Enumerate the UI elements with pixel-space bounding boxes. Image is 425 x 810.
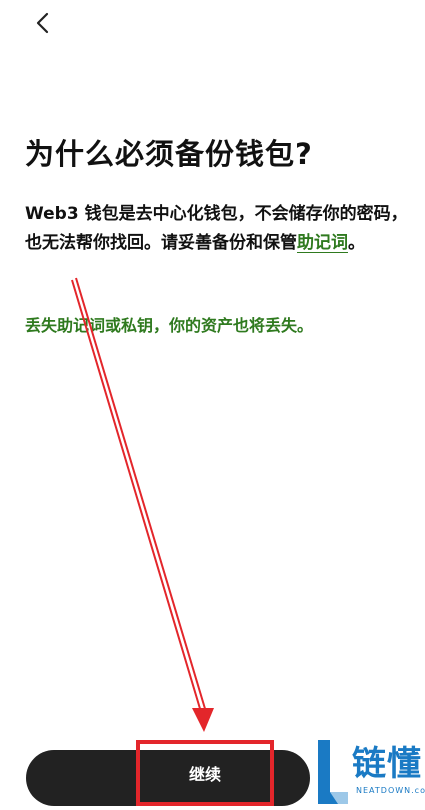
brand-subtext: NEATDOWN.com [356, 786, 425, 795]
page-title: 为什么必须备份钱包? [25, 137, 313, 171]
mnemonic-link[interactable]: 助记词 [297, 233, 348, 253]
description: Web3 钱包是去中心化钱包，不会储存你的密码，也无法帮你找回。请妥善备份和保管… [25, 200, 410, 258]
description-end: 。 [348, 233, 365, 253]
brand-text: 链懂 [352, 744, 422, 784]
arrow-line-right [75, 277, 207, 713]
back-button[interactable] [26, 8, 60, 42]
chevron-left-icon [35, 12, 51, 38]
arrow-line-left [71, 279, 202, 713]
annotation-arrow [71, 277, 214, 732]
warning-text: 丢失助记词或私钥，你的资产也将丢失。 [25, 316, 314, 335]
brand-logo-icon [314, 740, 350, 810]
continue-button[interactable]: 继续 [136, 740, 274, 806]
watermark: 链懂 NEATDOWN.com [312, 738, 425, 808]
arrow-head [192, 708, 214, 732]
